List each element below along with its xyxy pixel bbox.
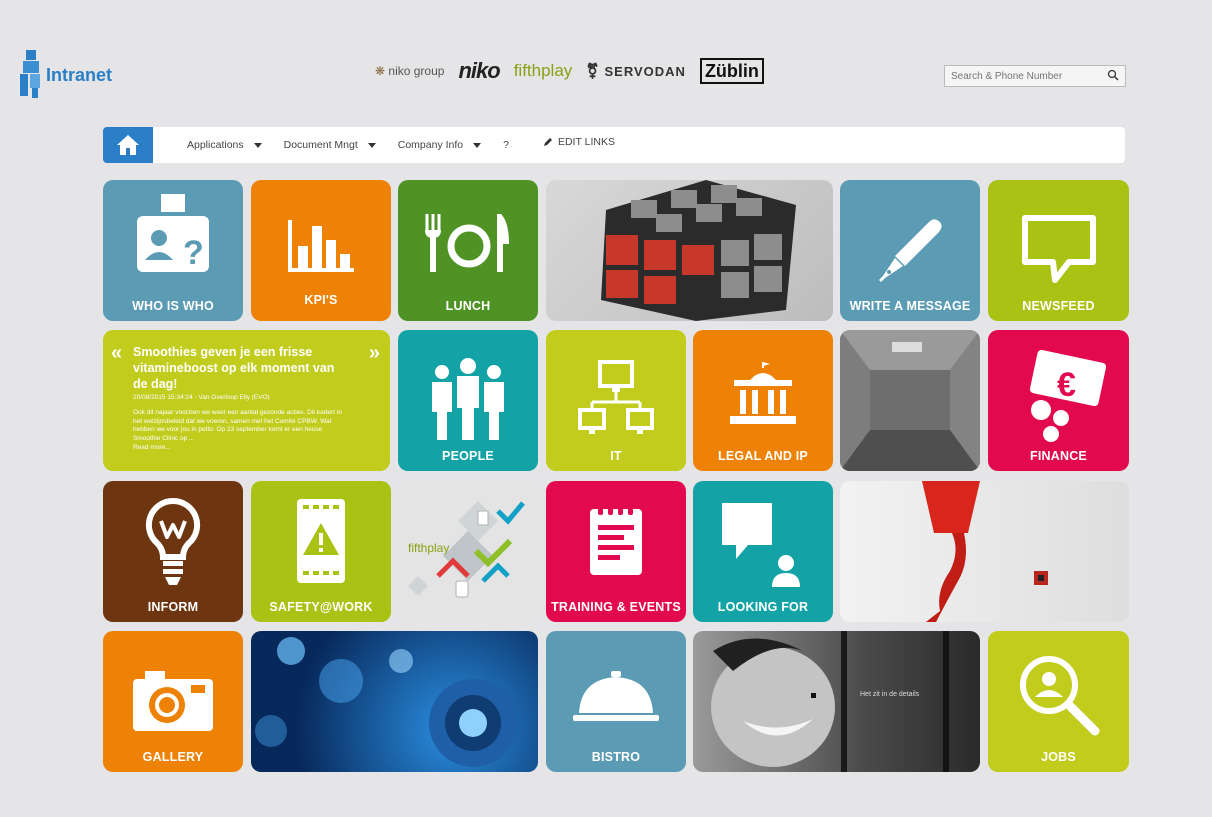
- network-computers-icon: [578, 360, 654, 434]
- tile-photo-cube[interactable]: [546, 180, 833, 321]
- search-box: [944, 65, 1126, 87]
- tile-bistro[interactable]: BISTRO: [546, 631, 686, 772]
- tile-label: BISTRO: [591, 750, 641, 764]
- tile-label: LUNCH: [445, 299, 491, 313]
- home-button[interactable]: [103, 127, 153, 163]
- tile-photo-lens[interactable]: [251, 631, 538, 772]
- tile-finance[interactable]: € FINANCE: [988, 330, 1129, 471]
- id-badge-icon: ?: [137, 194, 209, 272]
- calendar-notepad-icon: [590, 505, 642, 575]
- cloche-icon: [573, 671, 659, 721]
- svg-text:€: €: [1057, 366, 1076, 404]
- tile-label: LOOKING FOR: [717, 600, 809, 614]
- chat-person-icon: [722, 503, 800, 587]
- search-icon[interactable]: [1107, 69, 1119, 81]
- concrete-room-photo: [840, 330, 980, 471]
- header: Intranet ❋ niko group niko fifthplay ⚧ S…: [0, 0, 1212, 110]
- people-group-icon: [432, 358, 504, 440]
- tile-inform[interactable]: INFORM: [103, 481, 243, 622]
- tile-label: SAFETY@WORK: [269, 600, 373, 614]
- fork-plate-knife-icon: [425, 214, 509, 272]
- chevron-down-icon: [473, 142, 482, 148]
- nav-document-mngt[interactable]: Document Mngt: [284, 139, 376, 151]
- tile-label: INFORM: [147, 600, 199, 614]
- tile-label: JOBS: [1041, 750, 1076, 764]
- news-meta: 20/08/2015 15:34:24 - Van Overloop Elly …: [133, 394, 270, 401]
- nav-applications[interactable]: Applications: [187, 139, 262, 151]
- intranet-logo[interactable]: Intranet: [18, 48, 112, 100]
- nav-help[interactable]: ?: [503, 139, 509, 151]
- tile-photo-billboard[interactable]: Het zit in de details: [693, 631, 980, 772]
- tile-safety[interactable]: SAFETY@WORK: [251, 481, 391, 622]
- svg-text:?: ?: [183, 234, 204, 272]
- tile-photo-room[interactable]: [840, 330, 980, 471]
- brand-servodan[interactable]: ⚧ SERVODAN: [586, 62, 686, 80]
- tile-people[interactable]: PEOPLE: [398, 330, 538, 471]
- euro-money-icon: €: [1029, 349, 1106, 442]
- chevron-left-icon[interactable]: «: [111, 342, 122, 365]
- tile-label: IT: [610, 449, 622, 463]
- tile-label: TRAINING & EVENTS: [551, 600, 681, 614]
- search-input[interactable]: [945, 69, 1103, 83]
- home-icon: [117, 135, 139, 155]
- government-building-icon: [730, 362, 796, 424]
- main-navigation: Applications Document Mngt Company Info …: [103, 127, 1125, 163]
- photo-caption: Het zit in de details: [860, 691, 920, 698]
- brand-niko[interactable]: niko: [458, 58, 500, 84]
- tile-label: FINANCE: [1030, 449, 1087, 463]
- brand-zublin[interactable]: Züblin: [699, 58, 764, 84]
- search-person-icon: [1019, 656, 1099, 736]
- pencil-icon: [543, 138, 552, 146]
- tile-training[interactable]: TRAINING & EVENTS: [546, 481, 686, 622]
- tile-write-message[interactable]: WRITE A MESSAGE: [840, 180, 980, 321]
- warning-sign-icon: [297, 499, 345, 583]
- bar-chart-icon: [288, 220, 354, 272]
- tile-jobs[interactable]: JOBS: [988, 631, 1129, 772]
- tile-legal[interactable]: LEGAL AND IP: [693, 330, 833, 471]
- logo-text: Intranet: [46, 64, 113, 85]
- chevron-right-icon[interactable]: »: [369, 342, 380, 365]
- chevron-down-icon: [367, 142, 376, 148]
- fifthplay-logo-text: fifthplay: [408, 541, 450, 555]
- news-body: Ook dit najaar voorzien we weer een aant…: [133, 409, 342, 442]
- brand-fifthplay[interactable]: fifthplay: [514, 61, 573, 81]
- read-more-link[interactable]: Read more...: [133, 444, 349, 451]
- tile-photo-lamp[interactable]: [840, 481, 1129, 622]
- tile-label: PEOPLE: [442, 449, 494, 463]
- camera-lens-photo: [255, 637, 517, 767]
- camera-icon: [133, 671, 213, 731]
- tile-looking-for[interactable]: LOOKING FOR: [693, 481, 833, 622]
- tile-label: WHO IS WHO: [132, 299, 214, 313]
- red-lamp-photo: [922, 481, 1048, 622]
- tile-gallery[interactable]: GALLERY: [103, 631, 243, 772]
- brand-nikogroup[interactable]: ❋ niko group: [375, 64, 444, 78]
- news-title[interactable]: Smoothies geven je een frisse vitaminebo…: [133, 344, 349, 392]
- tile-label: KPI'S: [304, 293, 338, 307]
- edit-links-button[interactable]: EDIT LINKS: [543, 136, 615, 148]
- lightbulb-icon: [145, 497, 201, 585]
- brand-logos: ❋ niko group niko fifthplay ⚧ SERVODAN Z…: [375, 58, 764, 84]
- intranet-logo-icon: [20, 50, 40, 98]
- tile-label: NEWSFEED: [1022, 299, 1095, 313]
- tile-label: GALLERY: [142, 750, 204, 764]
- chevron-down-icon: [253, 142, 262, 148]
- tile-who-is-who[interactable]: ? WHO IS WHO: [103, 180, 243, 321]
- switch-cube-photo: [601, 180, 796, 321]
- speech-bubble-icon: [1021, 215, 1096, 283]
- billboard-woman-photo: [711, 631, 949, 772]
- tile-lunch[interactable]: LUNCH: [398, 180, 538, 321]
- nav-company-info[interactable]: Company Info: [398, 139, 482, 151]
- tile-kpis[interactable]: KPI'S: [251, 180, 391, 321]
- pen-nib-icon: [879, 219, 942, 282]
- news-carousel[interactable]: « » Smoothies geven je een frisse vitami…: [103, 330, 390, 471]
- tile-newsfeed[interactable]: NEWSFEED: [988, 180, 1129, 321]
- tile-it[interactable]: IT: [546, 330, 686, 471]
- tile-label: LEGAL AND IP: [718, 449, 808, 463]
- tile-fifthplay[interactable]: fifthplay: [398, 481, 538, 622]
- tile-label: WRITE A MESSAGE: [849, 299, 971, 313]
